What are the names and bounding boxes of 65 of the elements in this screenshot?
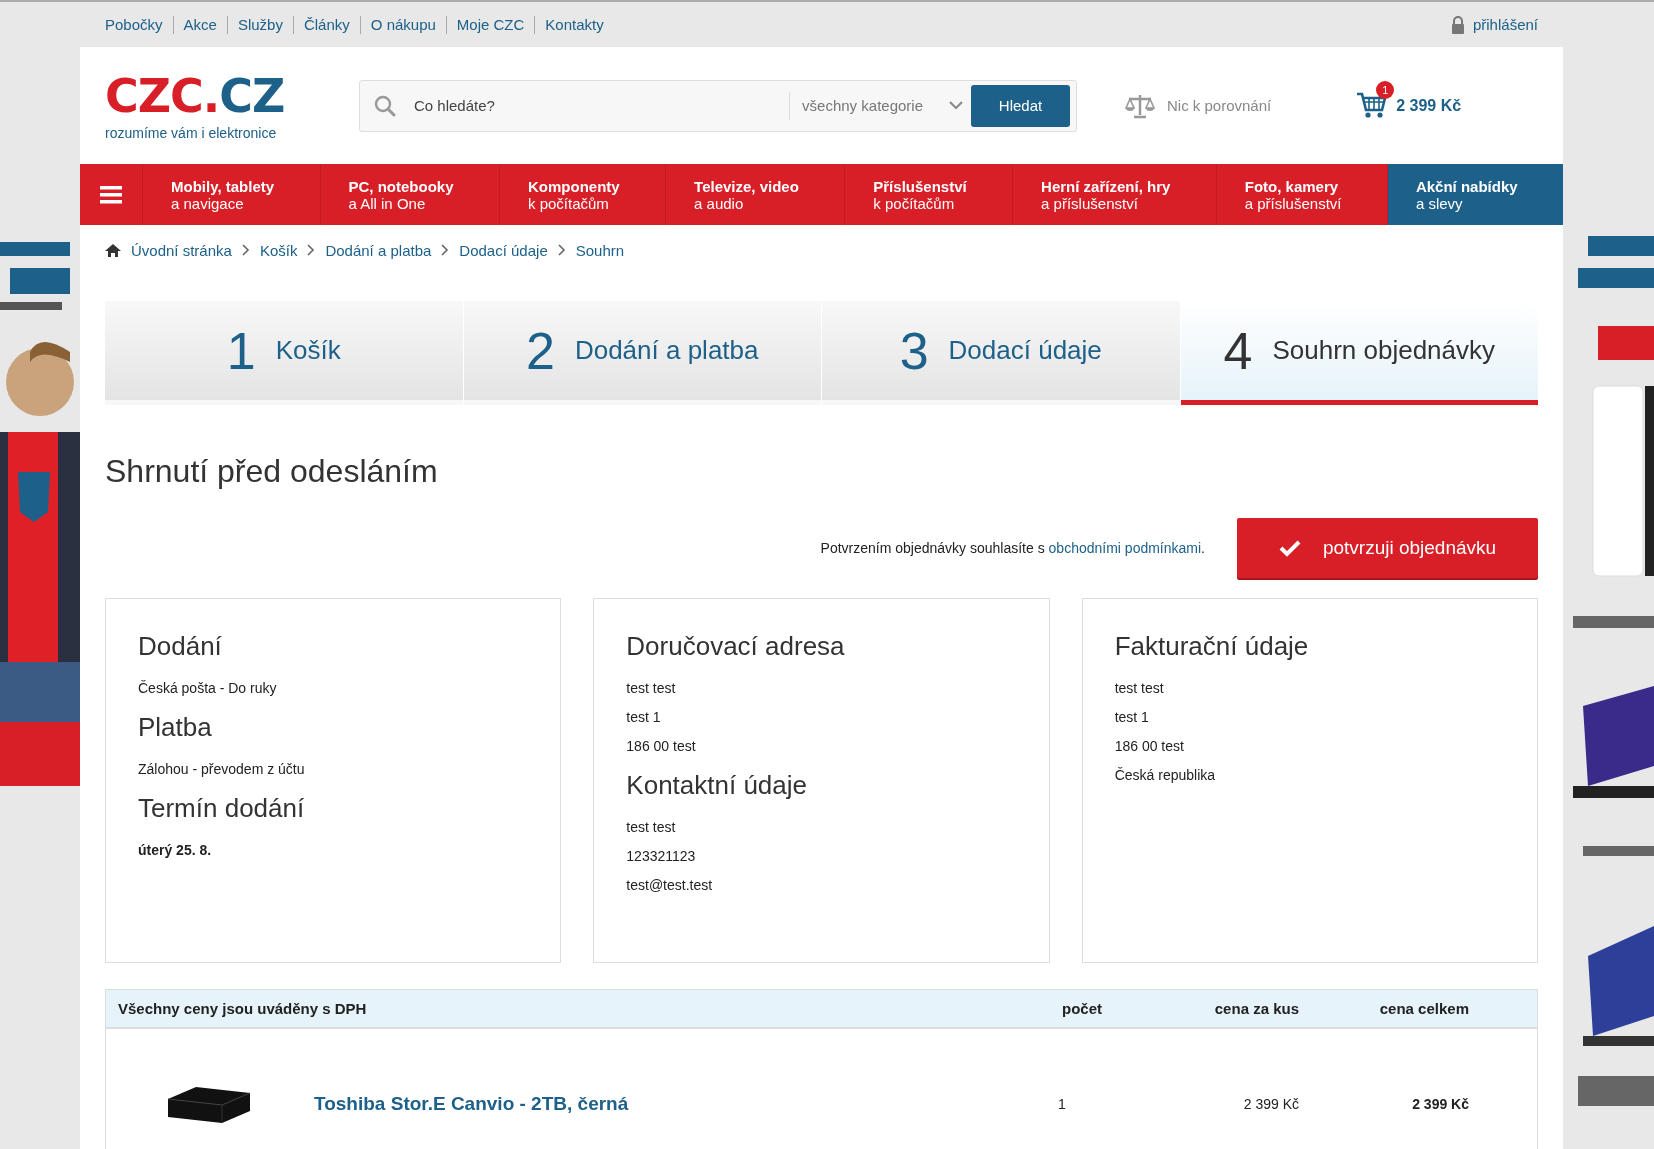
breadcrumb-link[interactable]: Souhrn — [575, 241, 625, 259]
table-cell-text: 2 399 Kč — [1242, 1096, 1299, 1112]
step-tab[interactable]: 3 Dodací údaje — [822, 301, 1180, 405]
card-text: test test — [626, 680, 677, 696]
home-icon — [105, 243, 121, 257]
page-title: Shrnutí před odesláním — [105, 453, 439, 490]
card-text: Zálohou - převodem z účtu — [138, 761, 306, 777]
scales-icon — [1125, 92, 1155, 119]
card-text: Česká pošta - Do ruky — [138, 680, 278, 696]
check-icon — [1278, 539, 1301, 557]
chevron-down-icon — [949, 101, 963, 110]
breadcrumb-link[interactable]: Úvodní stránka — [131, 241, 232, 259]
column-header: cena za kus — [1213, 1000, 1299, 1017]
product-link[interactable]: Toshiba Stor.E Canvio - 2TB, černá — [314, 1093, 629, 1115]
card-text: 186 00 test — [1114, 738, 1185, 754]
breadcrumb-link[interactable]: Košík — [259, 241, 298, 259]
column-header: Všechny ceny jsou uváděny s DPH — [117, 1000, 368, 1017]
logo[interactable]: CZC.CZ — [105, 70, 285, 121]
card-text: 123321123 — [626, 848, 697, 864]
card-text: 186 00 test — [626, 738, 697, 754]
cart-total[interactable]: 2 399 Kč — [1396, 96, 1462, 115]
menu-icon — [100, 185, 122, 204]
terms-text: Potvrzením objednávky souhlasíte s obchodními podmínkami. — [820, 540, 1205, 556]
search-button[interactable]: Hledat — [971, 84, 1070, 127]
login-link[interactable]: přihlášení — [1472, 16, 1538, 33]
step-tab[interactable]: 2 Dodání a platba — [463, 301, 821, 405]
card-text: test 1 — [626, 709, 662, 725]
table-cell-text: 2 399 Kč — [1411, 1096, 1470, 1112]
lock-icon — [1450, 15, 1465, 34]
card-text: Česká republika — [1114, 767, 1217, 783]
step-tab[interactable]: 1 Košík — [105, 301, 463, 405]
compare-label[interactable]: Nic k porovnání — [1167, 97, 1272, 114]
card-text: test test — [626, 819, 677, 835]
card-text: test test — [1114, 680, 1165, 696]
column-header: cena celkem — [1378, 1000, 1470, 1017]
top-link[interactable]: Kontakty — [545, 16, 604, 33]
card-heading: Fakturační údaje — [1114, 631, 1310, 662]
top-link[interactable]: Akce — [183, 16, 217, 33]
card-heading: Doručovací adresa — [626, 631, 846, 662]
card-text: test 1 — [1114, 709, 1150, 725]
card-heading: Termín dodání — [138, 793, 306, 824]
chevron-right-icon — [441, 244, 450, 256]
top-link[interactable]: Moje CZC — [456, 16, 525, 33]
confirm-order-button[interactable]: potvrzuji objednávku — [1237, 518, 1538, 578]
column-header: počet — [1061, 1000, 1102, 1017]
card-text: úterý 25. 8. — [138, 842, 213, 858]
card-heading: Dodání — [138, 631, 223, 662]
logo-tagline: rozumíme vám i elektronice — [105, 124, 278, 141]
search-icon — [374, 94, 396, 117]
table-cell-text: 1 — [1057, 1096, 1067, 1112]
top-link[interactable]: Články — [303, 16, 350, 33]
breadcrumb-link[interactable]: Dodání a platba — [325, 241, 432, 259]
search-field[interactable]: Co hledáte? všechny kategorie Hledat — [359, 79, 1077, 132]
top-link[interactable]: O nákupu — [370, 16, 436, 33]
breadcrumb-link[interactable]: Dodací údaje — [459, 241, 548, 259]
top-link[interactable]: Služby — [237, 16, 283, 33]
chevron-right-icon — [307, 244, 316, 256]
card-heading: Kontaktní údaje — [626, 770, 809, 801]
card-text: test@test.test — [626, 877, 714, 893]
top-link[interactable]: Pobočky — [105, 16, 163, 33]
card-heading: Platba — [138, 712, 213, 743]
cart-count-badge: 1 — [1376, 80, 1395, 99]
chevron-right-icon — [241, 244, 250, 256]
chevron-right-icon — [557, 244, 566, 256]
nav-category[interactable]: Akční nabídky a slevy — [1387, 164, 1564, 225]
